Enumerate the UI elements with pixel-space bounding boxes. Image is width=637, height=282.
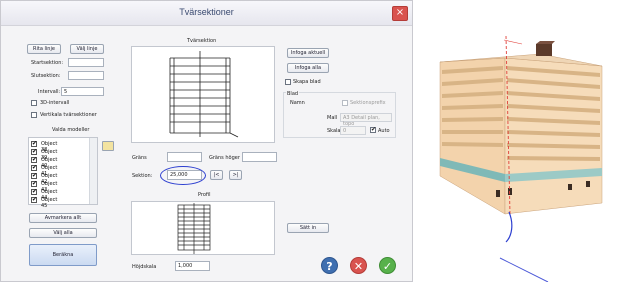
section-prefix-label: Sektionsprefix bbox=[350, 100, 386, 106]
select-all-button[interactable]: Välj alla bbox=[29, 228, 97, 238]
previous-section-button[interactable]: |< bbox=[210, 170, 223, 180]
3d-view[interactable] bbox=[430, 0, 630, 282]
door-left bbox=[496, 190, 500, 197]
insert-current-button[interactable]: Infoga aktuell bbox=[287, 48, 329, 58]
draw-line-button[interactable]: Rita linje bbox=[27, 44, 61, 54]
cross-section-drawing bbox=[169, 51, 239, 138]
blue-stroke-lower bbox=[499, 257, 549, 282]
deselect-all-button[interactable]: Avmarkera allt bbox=[29, 213, 97, 223]
model-picker-icon[interactable] bbox=[102, 141, 114, 151]
models-title: Valda modeller bbox=[52, 127, 90, 133]
profile-title: Profil bbox=[198, 192, 211, 198]
name-label: Namn bbox=[290, 100, 305, 106]
scale-label: Skala bbox=[327, 128, 341, 134]
3d-interval-label: 3D-intervall bbox=[40, 100, 70, 106]
profile-preview bbox=[131, 201, 275, 255]
roof-box bbox=[536, 44, 552, 56]
grans-hoger-label: Gräns höger bbox=[209, 155, 240, 161]
choose-line-button[interactable]: Välj linje bbox=[70, 44, 104, 54]
height-scale-label: Höjdskala bbox=[132, 264, 157, 270]
models-list[interactable]: Object 38 Object 39 Object 40 Object 41 … bbox=[28, 137, 98, 209]
cross-section-preview bbox=[131, 46, 275, 143]
door-right-2 bbox=[586, 181, 590, 187]
sektion-highlight-circle bbox=[160, 166, 206, 185]
insert-all-button[interactable]: Infoga alla bbox=[287, 63, 329, 73]
start-section-label: Startsektion: bbox=[31, 60, 64, 66]
sheet-group-label: Blad bbox=[286, 91, 300, 97]
template-select[interactable]: A3 Detail plan, topo bbox=[340, 113, 392, 127]
sektion-label: Sektion: bbox=[132, 173, 153, 179]
create-sheet-checkbox[interactable] bbox=[285, 79, 291, 85]
models-scrollbar[interactable] bbox=[89, 138, 97, 204]
ok-button[interactable]: ✓ bbox=[379, 257, 396, 274]
create-sheet-label: Skapa blad bbox=[293, 79, 321, 85]
3d-interval-checkbox[interactable] bbox=[31, 100, 37, 106]
auto-scale-checkbox[interactable] bbox=[370, 126, 376, 133]
set-in-button[interactable]: Sätt in bbox=[287, 223, 329, 233]
roof-box-top bbox=[536, 41, 555, 44]
title-bar[interactable]: Tvärsektioner × bbox=[1, 1, 412, 26]
door-right-1 bbox=[568, 184, 572, 190]
section-line-cap bbox=[503, 39, 523, 45]
next-section-button[interactable]: >| bbox=[229, 170, 242, 180]
auto-scale-label: Auto bbox=[378, 128, 390, 134]
template-label: Mall bbox=[327, 115, 338, 121]
interval-label: Intervall: bbox=[38, 89, 61, 95]
calculate-button[interactable]: Beräkna bbox=[29, 244, 97, 266]
end-section-input[interactable] bbox=[68, 71, 104, 80]
vertical-sections-label: Vertikala tvärsektioner bbox=[40, 112, 97, 118]
interval-input[interactable]: 5 bbox=[61, 87, 104, 96]
start-section-input[interactable] bbox=[68, 58, 104, 67]
cross-section-title: Tvärsektion bbox=[187, 38, 217, 44]
height-scale-input[interactable]: 1,000 bbox=[175, 261, 210, 271]
cancel-button[interactable]: ✕ bbox=[350, 257, 367, 274]
section-prefix-checkbox[interactable] bbox=[342, 100, 348, 106]
scale-select[interactable]: 0 bbox=[340, 126, 366, 135]
blue-stroke-upper bbox=[505, 211, 513, 243]
profile-drawing bbox=[177, 203, 211, 254]
door-center bbox=[508, 188, 512, 195]
dialog-title: Tvärsektioner bbox=[179, 7, 234, 17]
grans-input[interactable] bbox=[167, 152, 202, 162]
close-button[interactable]: × bbox=[392, 6, 408, 21]
vertical-sections-checkbox[interactable] bbox=[31, 112, 37, 118]
end-section-label: Slutsektion: bbox=[31, 73, 61, 79]
cross-section-dialog: Tvärsektioner × Rita linje Välj linje St… bbox=[0, 0, 413, 282]
help-button[interactable]: ? bbox=[321, 257, 338, 274]
grans-hoger-input[interactable] bbox=[242, 152, 277, 162]
grans-label: Gräns bbox=[132, 155, 147, 161]
